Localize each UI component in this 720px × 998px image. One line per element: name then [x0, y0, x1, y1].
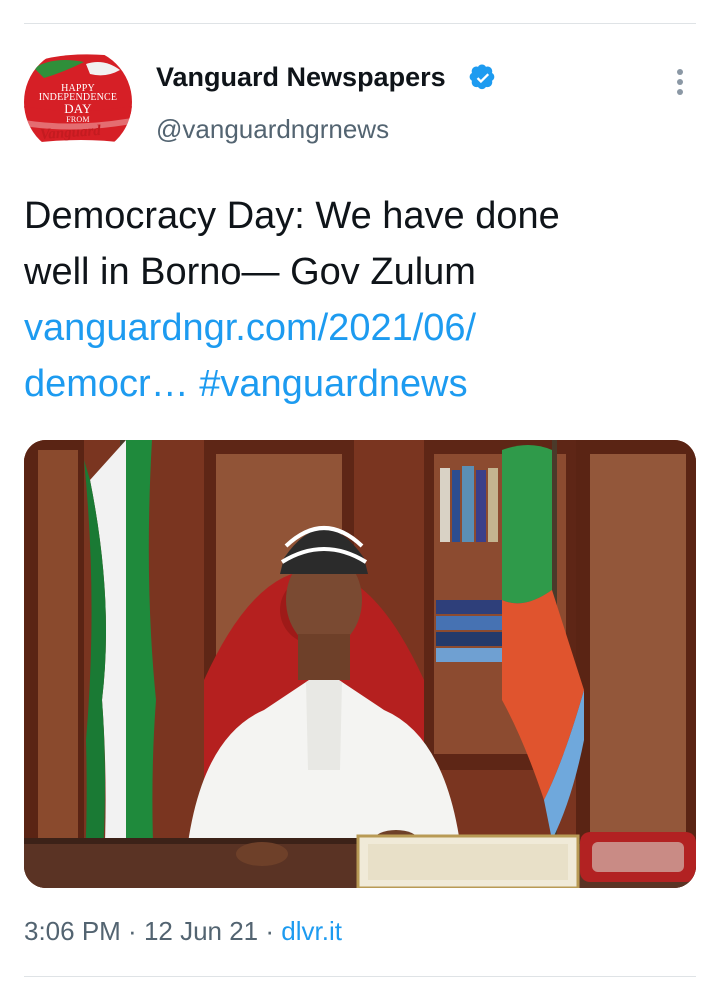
tweet-source-link[interactable]: dlvr.it: [281, 916, 342, 946]
author-name[interactable]: Vanguard Newspapers: [156, 62, 446, 93]
bottom-divider: [24, 976, 696, 977]
more-vertical-icon[interactable]: [666, 66, 694, 98]
avatar-text-from: FROM: [66, 115, 90, 124]
avatar-text-day: DAY: [64, 101, 92, 116]
author-avatar[interactable]: HAPPY INDEPENDENCE DAY FROM Vanguard: [24, 48, 132, 156]
tweet-text-line-2: well in Borno— Gov Zulum: [24, 251, 476, 293]
top-divider: [24, 23, 696, 24]
meta-separator-2: ·: [258, 916, 282, 946]
tweet-date[interactable]: 12 Jun 21: [144, 916, 258, 946]
tweet-link-continued[interactable]: democr…: [24, 363, 189, 405]
hashtag-link[interactable]: #vanguardnews: [199, 363, 467, 405]
tweet-meta: 3:06 PM · 12 Jun 21 · dlvr.it: [24, 916, 342, 947]
author-handle[interactable]: @vanguardngrnews: [156, 114, 389, 145]
tweet-media-image[interactable]: [24, 440, 696, 888]
tweet-time[interactable]: 3:06 PM: [24, 916, 121, 946]
governor-office-photo: [24, 440, 696, 888]
tweet-link[interactable]: vanguardngr.com/2021/06/: [24, 307, 476, 349]
tweet-text-line-1: Democracy Day: We have done: [24, 195, 560, 237]
tweet-text: Democracy Day: We have done well in Born…: [24, 188, 694, 412]
verified-badge-icon: [469, 64, 495, 90]
meta-separator-1: ·: [120, 916, 144, 946]
